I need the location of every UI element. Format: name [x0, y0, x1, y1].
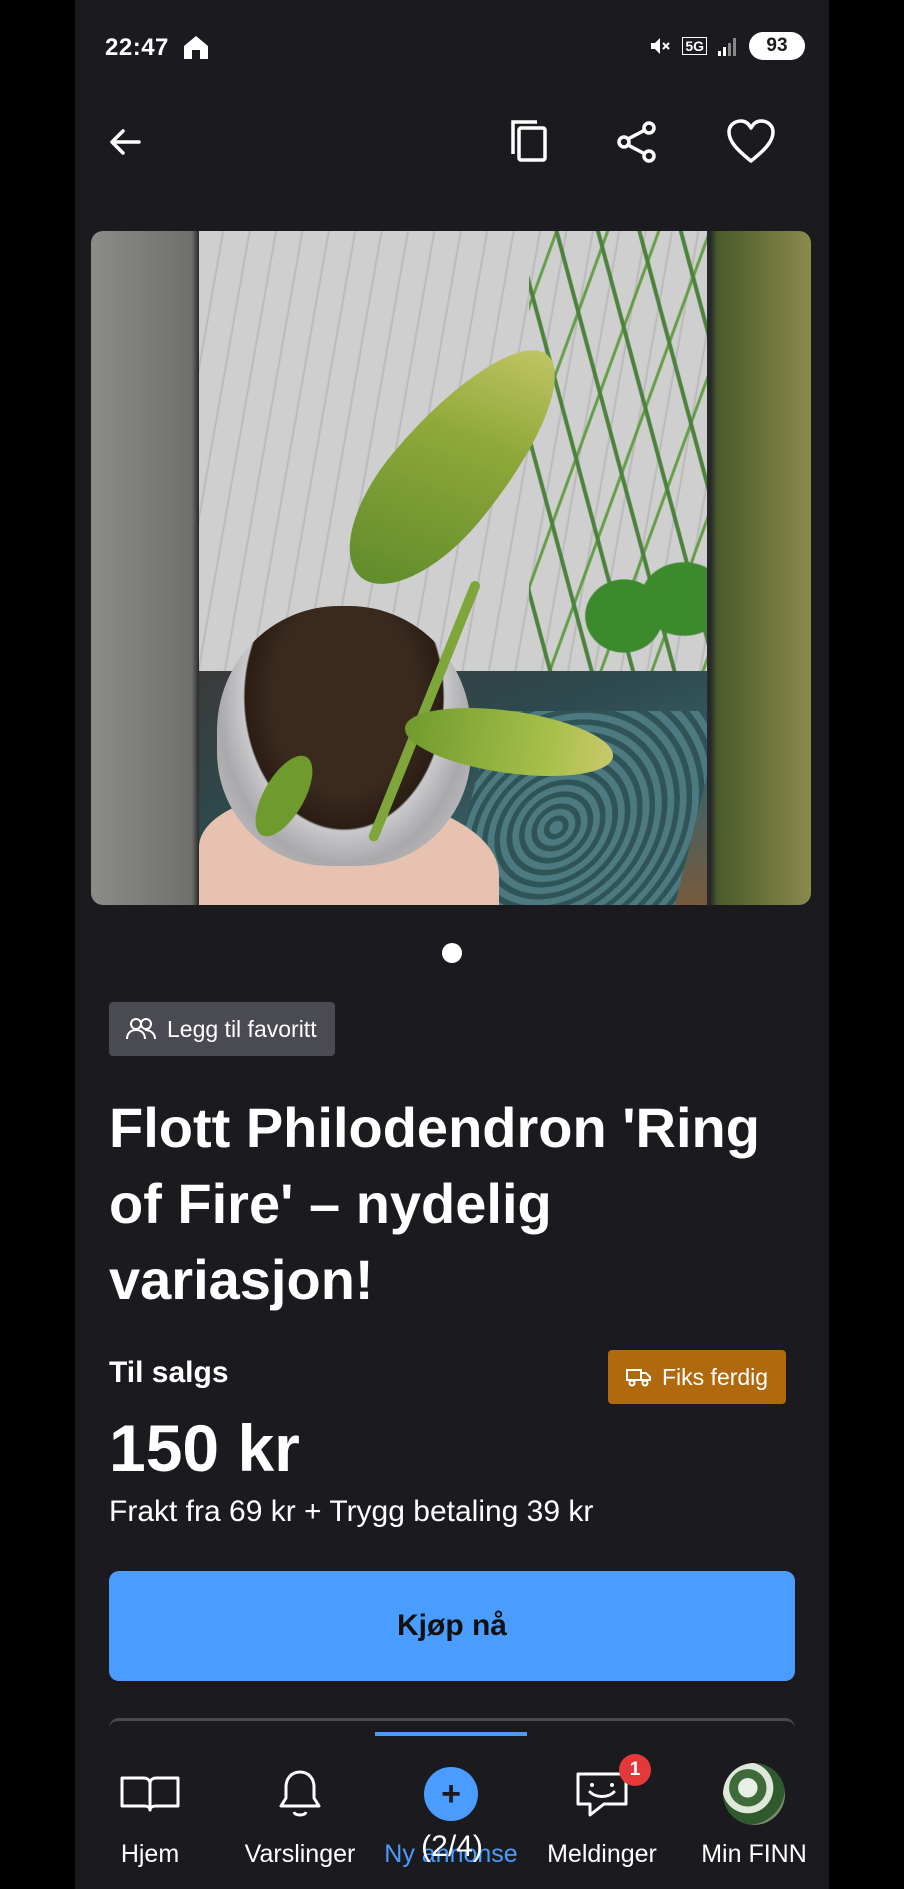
nav-new-listing[interactable]: + Ny annonse [376, 1732, 526, 1889]
unread-messages-badge: 1 [619, 1754, 651, 1786]
heart-icon [727, 119, 775, 163]
signal-icon [718, 38, 736, 56]
battery-indicator: 93 [749, 32, 805, 60]
status-icons: 5G 93 [648, 32, 805, 60]
nav-notifications[interactable]: Varslinger [225, 1732, 375, 1889]
image-gallery[interactable] [91, 231, 811, 905]
nav-messages[interactable]: 1 Meldinger [527, 1732, 677, 1889]
bell-icon [279, 1770, 321, 1817]
share-button[interactable] [607, 112, 667, 172]
sale-type-label: Til salgs [109, 1356, 229, 1389]
listing-photo[interactable] [199, 231, 707, 905]
gallery-pagination [75, 943, 829, 963]
network-type: 5G [682, 37, 707, 55]
battery-level: 93 [766, 35, 788, 56]
back-button[interactable] [95, 112, 155, 172]
buy-now-button[interactable]: Kjøp nå [109, 1571, 795, 1681]
truck-icon [626, 1369, 651, 1387]
book-open-icon [120, 1776, 180, 1812]
phone-screen: 22:47 5G 93 Legg til favoritt Flott Phil… [75, 0, 829, 1889]
status-bar: 22:47 5G 93 [75, 0, 829, 96]
add-to-favorites-chip[interactable]: Legg til favoritt [109, 1002, 335, 1056]
copy-button[interactable] [501, 112, 561, 172]
photo-plant-right [564, 531, 707, 701]
nav-my-finn[interactable]: Min FINN [679, 1732, 829, 1889]
mute-icon [651, 38, 671, 54]
copy-icon [511, 120, 547, 162]
share-icon [617, 121, 656, 163]
add-to-favorites-label: Legg til favoritt [167, 1015, 317, 1042]
price: 150 kr [109, 1411, 300, 1485]
shipping-badge[interactable]: Fiks ferdig [608, 1350, 787, 1404]
top-action-bar [75, 100, 829, 190]
listing-title: Flott Philodendron 'Ring of Fire' – nyde… [109, 1096, 760, 1311]
avatar [723, 1763, 785, 1825]
plus-circle-icon: + [424, 1767, 478, 1821]
shipping-badge-label: Fiks ferdig [662, 1363, 769, 1390]
bottom-navigation: Hjem Varslinger + Ny annonse 1 Meldinger… [75, 1732, 829, 1889]
pagination-dot-active[interactable] [442, 943, 462, 963]
home-icon [184, 36, 208, 59]
people-icon [126, 1018, 156, 1040]
nav-home[interactable]: Hjem [75, 1732, 225, 1889]
page-counter: (2/4) [421, 1830, 483, 1863]
arrow-left-icon [110, 129, 141, 155]
favorite-button[interactable] [721, 112, 781, 172]
shipping-info: Frakt fra 69 kr + Trygg betaling 39 kr [109, 1495, 594, 1528]
status-time: 22:47 [105, 34, 169, 61]
